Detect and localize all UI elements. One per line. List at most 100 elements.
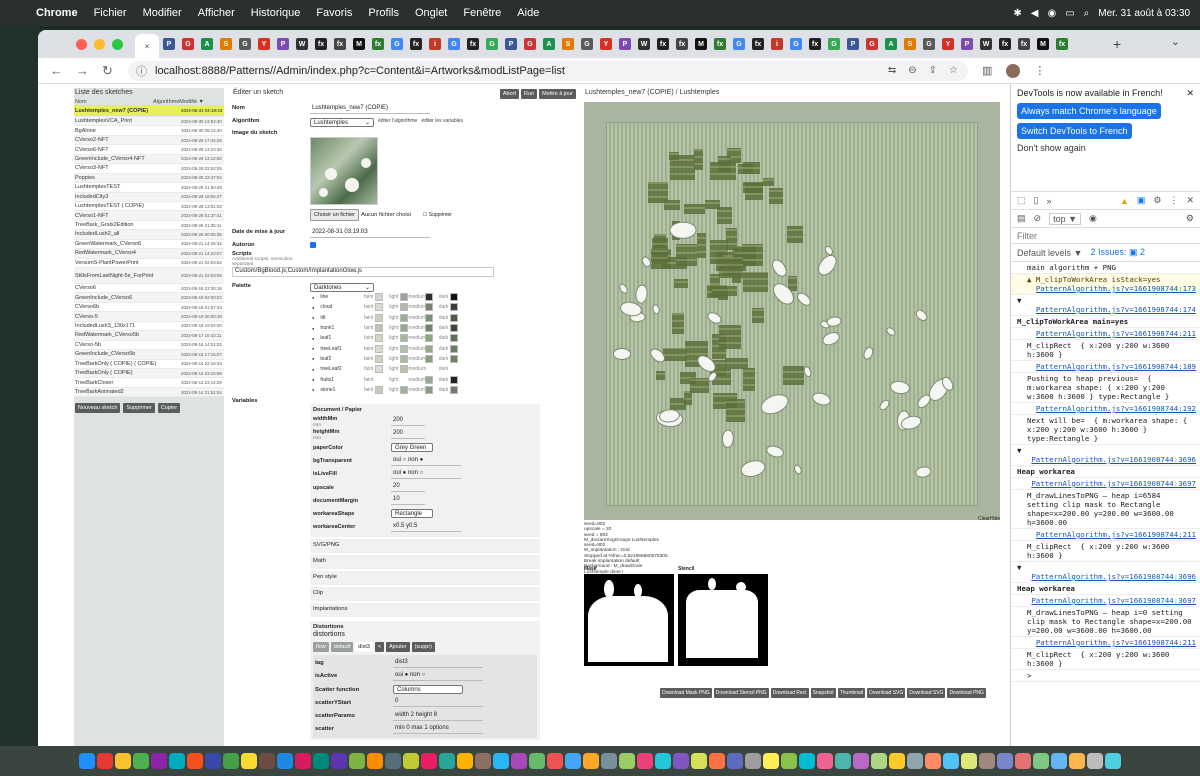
menu-item[interactable]: Onglet — [415, 7, 447, 19]
dock-app-icon[interactable] — [835, 753, 851, 769]
color-swatch[interactable] — [450, 324, 459, 333]
editor-action-button[interactable]: Run — [521, 88, 538, 99]
browser-tab[interactable]: M — [692, 35, 710, 53]
messages-icon[interactable]: ▣ — [1137, 195, 1146, 206]
browser-tab[interactable]: fx — [369, 35, 387, 53]
console-source-link[interactable]: PatternAlgorithm.js?v=1661908744:192 — [1027, 404, 1196, 413]
color-swatch[interactable] — [400, 313, 409, 322]
dock-app-icon[interactable] — [115, 753, 131, 769]
color-swatch[interactable] — [425, 385, 434, 394]
accordion-section[interactable]: Pen style — [310, 570, 540, 585]
browser-tab[interactable]: G — [920, 35, 938, 53]
back-icon[interactable]: ← — [50, 63, 64, 78]
dock-app-icon[interactable] — [295, 753, 311, 769]
dock-app-icon[interactable] — [907, 753, 923, 769]
dock-app-icon[interactable] — [1015, 753, 1031, 769]
console-source-link[interactable]: PatternAlgorithm.js?v=1661908744:3696 — [1017, 455, 1196, 464]
browser-tab[interactable]: Y — [255, 35, 273, 53]
browser-tab[interactable]: P — [160, 35, 178, 53]
browser-tab[interactable]: Y — [597, 35, 615, 53]
browser-tab[interactable]: S — [559, 35, 577, 53]
device-icon[interactable]: ▯ — [1034, 195, 1039, 206]
table-row[interactable]: RedWatermark_CVerso4 2022-08-21 14:22:07 — [74, 249, 224, 259]
browser-tab[interactable]: P — [502, 35, 520, 53]
color-swatch[interactable] — [425, 293, 434, 302]
color-swatch[interactable] — [450, 365, 458, 373]
dock-app-icon[interactable] — [979, 753, 995, 769]
browser-tab[interactable]: G — [787, 35, 805, 53]
color-swatch[interactable] — [375, 334, 384, 343]
browser-tab[interactable]: i — [426, 35, 444, 53]
menu-item[interactable]: Fichier — [94, 7, 127, 19]
translate-icon[interactable]: ⇆ — [888, 65, 896, 76]
color-swatch[interactable] — [425, 334, 434, 343]
download-button[interactable]: Download PNG — [947, 688, 986, 698]
table-row[interactable]: TreeBark_Gralx2Edition 2022-08-26 21:35:1… — [74, 220, 224, 231]
close-tab-icon[interactable]: × — [145, 42, 150, 51]
table-row[interactable]: GreenInclude_CVerso6 2022-08-19 02:00:22 — [74, 293, 224, 303]
table-row[interactable]: CVerso6-NFT 2022-08-29 13:23:35 — [74, 145, 224, 155]
browser-tab[interactable]: fx — [711, 35, 729, 53]
browser-tab[interactable]: M — [1034, 35, 1052, 53]
table-row[interactable]: StillsFromLastNight-5e_ForPrint 2022-08-2… — [74, 268, 224, 284]
color-swatch[interactable] — [375, 344, 384, 353]
match-language-button[interactable]: Always match Chrome's language — [1017, 103, 1161, 119]
color-swatch[interactable] — [400, 334, 409, 343]
name-input[interactable]: Lushtemples_new7 (COPIE) — [310, 105, 430, 114]
wifi-icon[interactable]: ◉ — [1047, 8, 1056, 19]
browser-tab[interactable]: G — [483, 35, 501, 53]
search-icon[interactable]: ⌕ — [1084, 8, 1090, 19]
close-icon[interactable]: ✕ — [1186, 88, 1194, 99]
browser-tab[interactable]: W — [977, 35, 995, 53]
color-swatch[interactable] — [375, 354, 384, 363]
levels-select[interactable]: Default levels ▼ — [1017, 248, 1082, 258]
dock-app-icon[interactable] — [511, 753, 527, 769]
zoom-window-button[interactable] — [112, 38, 123, 50]
table-row[interactable]: CVerso2-NFT 2022-08-29 17:44:26 — [74, 135, 224, 146]
issues-badge[interactable]: 2 Issues: ▣ 2 — [1090, 247, 1145, 258]
distortion-value[interactable]: Columns — [393, 685, 463, 695]
browser-tab[interactable]: W — [635, 35, 653, 53]
dock-app-icon[interactable] — [781, 753, 797, 769]
dock-app-icon[interactable] — [1087, 753, 1103, 769]
dock-app-icon[interactable] — [997, 753, 1013, 769]
color-swatch[interactable] — [400, 376, 408, 384]
accordion-section[interactable]: Math — [310, 554, 540, 569]
browser-tab[interactable]: P — [274, 35, 292, 53]
variable-value[interactable]: oui ● non ○ — [391, 470, 461, 479]
switch-french-button[interactable]: Switch DevTools to French — [1017, 123, 1132, 139]
console-source-link[interactable]: PatternAlgorithm.js?v=1661908744:3697 — [1027, 479, 1196, 488]
table-row[interactable]: LushtemplesTEST ( COPIE) 2022-08-28 13:01… — [74, 201, 224, 212]
browser-tab[interactable]: A — [882, 35, 900, 53]
dock-app-icon[interactable] — [313, 753, 329, 769]
color-swatch[interactable] — [400, 344, 409, 353]
warning-icon[interactable]: ▲ — [1120, 196, 1129, 206]
table-row[interactable]: LushtemplesTEST 2022-08-29 21:50:49 — [74, 183, 224, 193]
distortion-value[interactable]: 0 — [393, 698, 483, 708]
edit-variables-link[interactable]: éditer les variables — [421, 118, 463, 124]
dock-app-icon[interactable] — [583, 753, 599, 769]
variable-value[interactable]: Rectangle — [391, 509, 433, 519]
active-tab[interactable]: × — [135, 34, 159, 58]
distortion-tab[interactable]: flow — [313, 641, 329, 652]
dock-app-icon[interactable] — [763, 753, 779, 769]
browser-tab[interactable]: G — [236, 35, 254, 53]
color-swatch[interactable] — [450, 375, 459, 384]
download-button[interactable]: Download Mask PNG — [660, 688, 712, 698]
dock-app-icon[interactable] — [619, 753, 635, 769]
dock-app-icon[interactable] — [259, 753, 275, 769]
reload-icon[interactable]: ↻ — [102, 63, 116, 79]
console-source-link[interactable]: PatternAlgorithm.js?v=1661908744:3697 — [1027, 596, 1196, 605]
browser-tab[interactable]: G — [179, 35, 197, 53]
accordion-section[interactable]: Implantations — [310, 602, 540, 617]
table-row[interactable]: TreeBarkOnly ( COPIE) 2022-08-14 23:15:59 — [74, 368, 224, 379]
color-swatch[interactable] — [450, 313, 459, 322]
dock-app-icon[interactable] — [943, 753, 959, 769]
dock-app-icon[interactable] — [871, 753, 887, 769]
dock-app-icon[interactable] — [601, 753, 617, 769]
dock-app-icon[interactable] — [205, 753, 221, 769]
table-row[interactable]: CVerso-5 2022-08-19 20:00:19 — [74, 312, 224, 322]
browser-tab[interactable]: P — [616, 35, 634, 53]
sidepanel-icon[interactable]: ▥ — [982, 64, 992, 77]
browser-tab[interactable]: fx — [654, 35, 672, 53]
